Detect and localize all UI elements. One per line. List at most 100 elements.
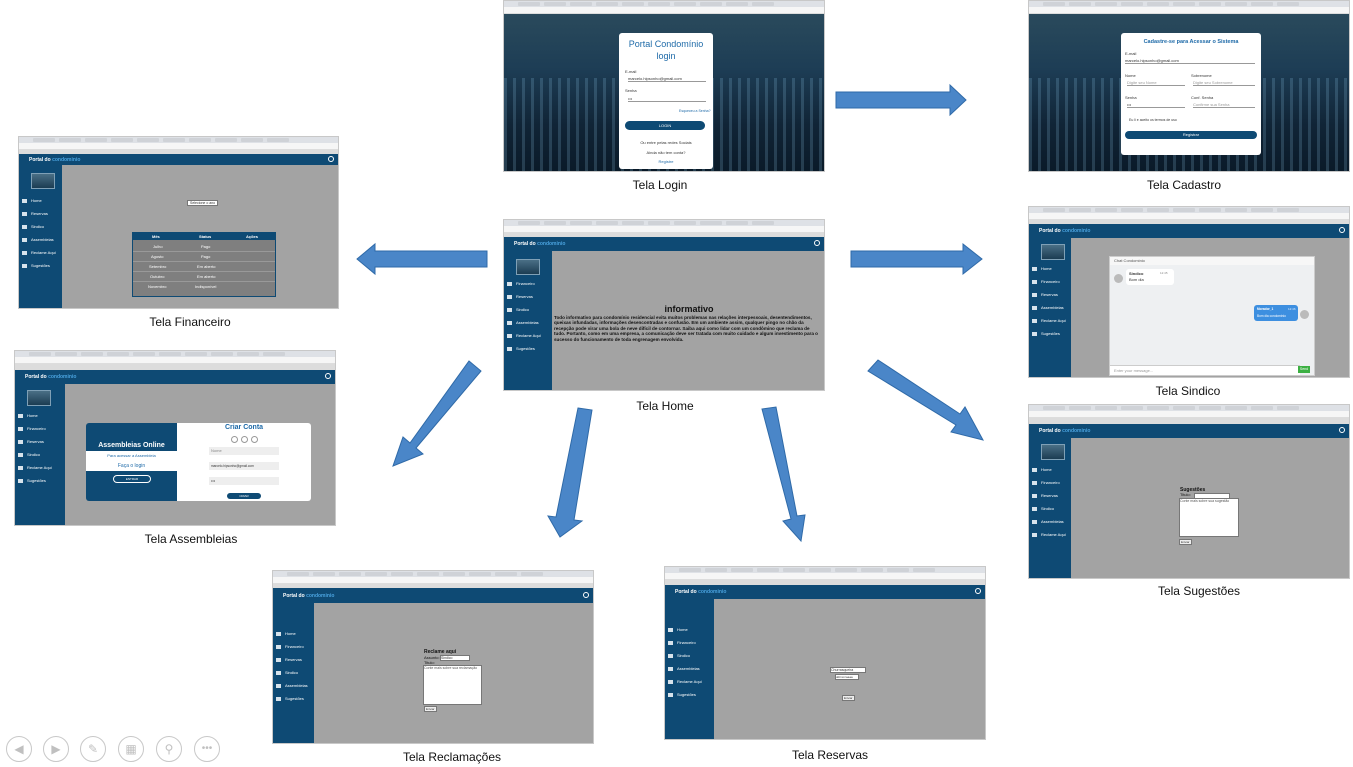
sidebar-item-sindico[interactable]: Sindico: [1032, 506, 1054, 511]
sidebar-item-sindico[interactable]: Sindico: [22, 224, 44, 229]
sidebar-item-sugestoes[interactable]: Sugestões: [1032, 331, 1060, 336]
sidebar-item-reservas[interactable]: Reservas: [1032, 493, 1058, 498]
sidebar-item-sugestoes[interactable]: Sugestões: [507, 346, 535, 351]
sidebar-item-assembleias[interactable]: Assembleias: [276, 683, 308, 688]
send-button[interactable]: Send: [1298, 366, 1310, 373]
senha-field[interactable]: •••: [1127, 102, 1185, 108]
linkedin-icon[interactable]: [251, 436, 258, 443]
sidebar-item-sindico[interactable]: Sindico: [668, 653, 690, 658]
facebook-icon[interactable]: [231, 436, 238, 443]
terms-checkbox[interactable]: Eu li e aceito os termos de uso: [1129, 118, 1177, 122]
sidebar-item-assembleias[interactable]: Assembleias: [1032, 519, 1064, 524]
sidebar-item-assembleias[interactable]: Assembleias: [1032, 305, 1064, 310]
register-button[interactable]: Registrar: [1125, 131, 1257, 139]
sidebar-item-reclame[interactable]: Reclame Aqui: [668, 679, 702, 684]
sidebar-item-home[interactable]: Home: [1032, 266, 1052, 271]
sidebar-item-assembleias[interactable]: Assembleias: [22, 237, 54, 242]
sidebar-item-sugestoes[interactable]: Sugestões: [22, 263, 50, 268]
power-icon[interactable]: [814, 240, 820, 246]
sidebar-item-sindico[interactable]: Sindico: [276, 670, 298, 675]
sidebar-item-home[interactable]: Home: [276, 631, 296, 636]
assunto-select[interactable]: Sindico: [440, 655, 470, 661]
sidebar-item-assembleias[interactable]: Assembleias: [507, 320, 539, 325]
sidebar-item-home[interactable]: Home: [1032, 467, 1052, 472]
register-link[interactable]: Registre: [619, 159, 713, 164]
sugestao-textarea[interactable]: Conte mais sobre sua sugestão: [1179, 498, 1239, 537]
next-slide-icon[interactable]: ▶: [43, 736, 69, 762]
sidebar-item-reservas[interactable]: Reservas: [18, 439, 44, 444]
power-icon[interactable]: [583, 592, 589, 598]
sidebar-item-sindico[interactable]: Sindico: [18, 452, 40, 457]
reclamacao-textarea[interactable]: Conte mais sobre sua reclamação: [423, 665, 482, 705]
sidebar-item-financeiro[interactable]: Financeiro: [1032, 480, 1060, 485]
criar-button[interactable]: CRIAR: [227, 493, 261, 499]
sidebar-item-home[interactable]: Home: [22, 198, 42, 203]
sidebar-item-sugestoes[interactable]: Sugestões: [18, 478, 46, 483]
sidebar-item-assembleias[interactable]: Assembleias: [668, 666, 700, 671]
date-input[interactable]: dd/mm/aaaa: [835, 674, 859, 680]
email-field[interactable]: marcelo.hipsonho@gmail.com: [209, 462, 279, 470]
sidebar-item-home[interactable]: Home: [668, 627, 688, 632]
nome-field[interactable]: Nome: [209, 447, 279, 455]
sidebar-item-sugestoes[interactable]: Sugestões: [668, 692, 696, 697]
sidebar-item-reclame[interactable]: Reclame Aqui: [1032, 532, 1066, 537]
sidebar-item-reclame[interactable]: Reclame Aqui: [1032, 318, 1066, 323]
main-content: Reclame aqui Assunto: Sindico Titulo: Co…: [314, 603, 593, 743]
caption-reservas: Tela Reservas: [791, 748, 869, 762]
power-icon[interactable]: [1339, 227, 1345, 233]
pen-icon[interactable]: ✎: [80, 736, 106, 762]
sidebar-item-financeiro[interactable]: Financeiro: [507, 281, 535, 286]
google-icon[interactable]: [241, 436, 248, 443]
sidebar-item-sindico[interactable]: Sindico: [507, 307, 529, 312]
power-icon[interactable]: [325, 373, 331, 379]
brand-logo: Portal do condominio: [1039, 228, 1091, 234]
entrar-button[interactable]: ENTRAR: [113, 475, 151, 483]
sidebar-item-reclame[interactable]: Reclame Aqui: [18, 465, 52, 470]
sidebar-item-home[interactable]: Home: [18, 413, 38, 418]
sidebar-item-financeiro[interactable]: Financeiro: [668, 640, 696, 645]
main-content: Selecione o ano Mês Status Ações Julho P…: [62, 165, 338, 308]
power-icon[interactable]: [328, 156, 334, 162]
enviar-button[interactable]: Enviar: [1179, 539, 1192, 545]
year-select[interactable]: Selecione o ano: [187, 200, 219, 206]
more-options-icon[interactable]: •••: [194, 736, 220, 762]
sidebar-item-reservas[interactable]: Reservas: [507, 294, 533, 299]
slides-grid-icon[interactable]: ▦: [118, 736, 144, 762]
enviar-button[interactable]: Enviar: [424, 706, 437, 712]
group-icon: [22, 237, 27, 242]
sidebar-item-reclame[interactable]: Reclame Aqui: [22, 250, 56, 255]
home-icon: [22, 198, 27, 203]
senha-field[interactable]: •••: [209, 477, 279, 485]
user-icon: [668, 653, 673, 658]
senha-field[interactable]: •••: [628, 96, 706, 102]
brand-logo: Portal do condominio: [1039, 428, 1091, 434]
sobrenome-field[interactable]: Digite seu Sobrenome: [1193, 80, 1255, 86]
power-icon[interactable]: [1339, 427, 1345, 433]
power-icon[interactable]: [975, 588, 981, 594]
sidebar-item-financeiro[interactable]: Financeiro: [18, 426, 46, 431]
email-field[interactable]: marcelo.hipsonho@gmail.com: [1125, 58, 1255, 64]
sidebar-item-reclame[interactable]: Reclame Aqui: [507, 333, 541, 338]
user-icon: [18, 452, 23, 457]
sidebar-item-reservas[interactable]: Reservas: [1032, 292, 1058, 297]
sidebar-item-reservas[interactable]: Reservas: [276, 657, 302, 662]
login-button[interactable]: LOGIN: [625, 121, 705, 130]
caption-reclamacoes: Tela Reclamações: [402, 750, 502, 764]
social-text: Ou entre pelas redes Sociais: [640, 140, 692, 145]
enviar-button[interactable]: Enviar: [842, 695, 855, 701]
sidebar-item-reservas[interactable]: Reservas: [22, 211, 48, 216]
sidebar-item-financeiro[interactable]: Financeiro: [1032, 279, 1060, 284]
senha-label: Senha: [1125, 95, 1137, 100]
sidebar-item-financeiro[interactable]: Financeiro: [276, 644, 304, 649]
sidebar-item-sugestoes[interactable]: Sugestões: [276, 696, 304, 701]
area-select[interactable]: Churrasqueira: [830, 667, 866, 673]
conf-senha-field[interactable]: Confirme sua Senha: [1193, 102, 1255, 108]
forgot-link[interactable]: Esqueceu a Senha?: [679, 109, 711, 113]
home-icon: [18, 413, 23, 418]
previous-slide-icon[interactable]: ◀: [6, 736, 32, 762]
message-input[interactable]: Enter your message...: [1110, 365, 1300, 375]
criar-conta-panel: Criar Conta Nome marcelo.hipsonho@gmail.…: [177, 423, 311, 501]
zoom-icon[interactable]: ⚲: [156, 736, 182, 762]
email-field[interactable]: marcelo.hipsonho@gmail.com: [628, 76, 706, 82]
nome-field[interactable]: Digite seu Nome: [1127, 80, 1185, 86]
